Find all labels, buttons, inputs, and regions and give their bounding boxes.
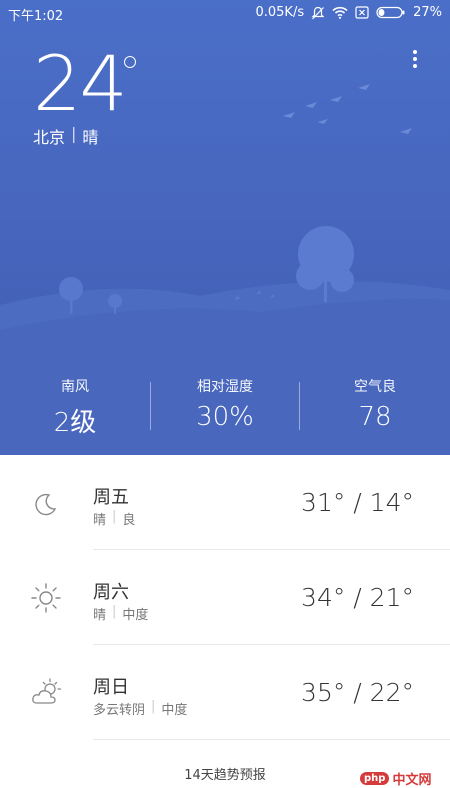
more-options-icon[interactable] bbox=[406, 50, 424, 72]
forecast-weather: 晴 bbox=[93, 608, 107, 623]
forecast-list: 周五 晴 | 良 31° / 14° 周六 晴 | 中度 34° / 21° 周… bbox=[0, 455, 450, 740]
current-condition: 晴 bbox=[82, 128, 99, 147]
battery-icon bbox=[376, 6, 405, 19]
forecast-day: 周六 bbox=[93, 582, 129, 603]
partly-cloudy-icon bbox=[32, 678, 62, 704]
stat-value: 2级 bbox=[53, 408, 97, 438]
current-temperature: 24 bbox=[33, 39, 128, 128]
network-speed: 0.05K/s bbox=[255, 5, 305, 20]
sun-icon bbox=[31, 583, 61, 613]
forecast-weather: 晴 bbox=[93, 513, 107, 528]
stats-bar: 南风 2级 相对湿度 30% 空气良 78 bbox=[0, 376, 450, 438]
forecast-air: 中度 bbox=[122, 608, 149, 623]
degree-symbol bbox=[124, 56, 136, 68]
desc-separator: | bbox=[112, 509, 117, 524]
status-icons: 0.05K/s 27% bbox=[255, 5, 442, 20]
stat-value: 78 bbox=[358, 402, 392, 432]
forecast-row[interactable]: 周五 晴 | 良 31° / 14° bbox=[0, 455, 450, 550]
watermark-badge: php bbox=[360, 772, 390, 785]
forecast-desc: 晴 | 中度 bbox=[93, 604, 148, 623]
location-line[interactable]: 北京 | 晴 bbox=[33, 124, 98, 148]
wifi-icon bbox=[332, 6, 348, 19]
desc-separator: | bbox=[112, 604, 117, 619]
site-watermark: php 中文网 bbox=[360, 769, 431, 788]
stat-air-quality[interactable]: 空气良 78 bbox=[300, 376, 450, 432]
no-sim-icon bbox=[355, 6, 369, 19]
stat-label: 南风 bbox=[61, 379, 89, 395]
watermark-text: 中文网 bbox=[392, 773, 432, 788]
status-time: 下午1:02 bbox=[8, 9, 64, 24]
forecast-temps: 31° / 14° bbox=[301, 488, 414, 517]
forecast-day: 周五 bbox=[93, 487, 129, 508]
weather-hero: 下午1:02 0.05K/s 27% 24 北京 | 晴 南风 2级 相对湿度 … bbox=[0, 0, 450, 455]
forecast-day: 周日 bbox=[93, 677, 129, 698]
desc-separator: | bbox=[151, 699, 156, 714]
stat-label: 空气良 bbox=[354, 379, 396, 395]
forecast-temps: 34° / 21° bbox=[301, 583, 414, 612]
city-name: 北京 bbox=[33, 128, 66, 147]
forecast-air: 中度 bbox=[161, 703, 188, 718]
mute-bell-icon bbox=[311, 6, 325, 19]
stat-label: 相对湿度 bbox=[197, 379, 253, 395]
battery-percent: 27% bbox=[413, 5, 442, 20]
forecast-weather: 多云转阴 bbox=[93, 703, 146, 718]
forecast-desc: 多云转阴 | 中度 bbox=[93, 699, 187, 718]
row-divider bbox=[93, 739, 450, 740]
moon-icon bbox=[35, 493, 57, 516]
forecast-desc: 晴 | 良 bbox=[93, 509, 135, 528]
stat-wind: 南风 2级 bbox=[0, 376, 150, 439]
forecast-row[interactable]: 周六 晴 | 中度 34° / 21° bbox=[0, 550, 450, 645]
forecast-air: 良 bbox=[122, 513, 136, 528]
stat-humidity: 相对湿度 30% bbox=[150, 376, 300, 432]
forecast-temps: 35° / 22° bbox=[301, 678, 414, 707]
forecast-row[interactable]: 周日 多云转阴 | 中度 35° / 22° bbox=[0, 645, 450, 740]
status-bar: 下午1:02 0.05K/s 27% bbox=[0, 0, 450, 26]
city-separator: | bbox=[71, 124, 77, 143]
stat-value: 30% bbox=[196, 402, 254, 432]
